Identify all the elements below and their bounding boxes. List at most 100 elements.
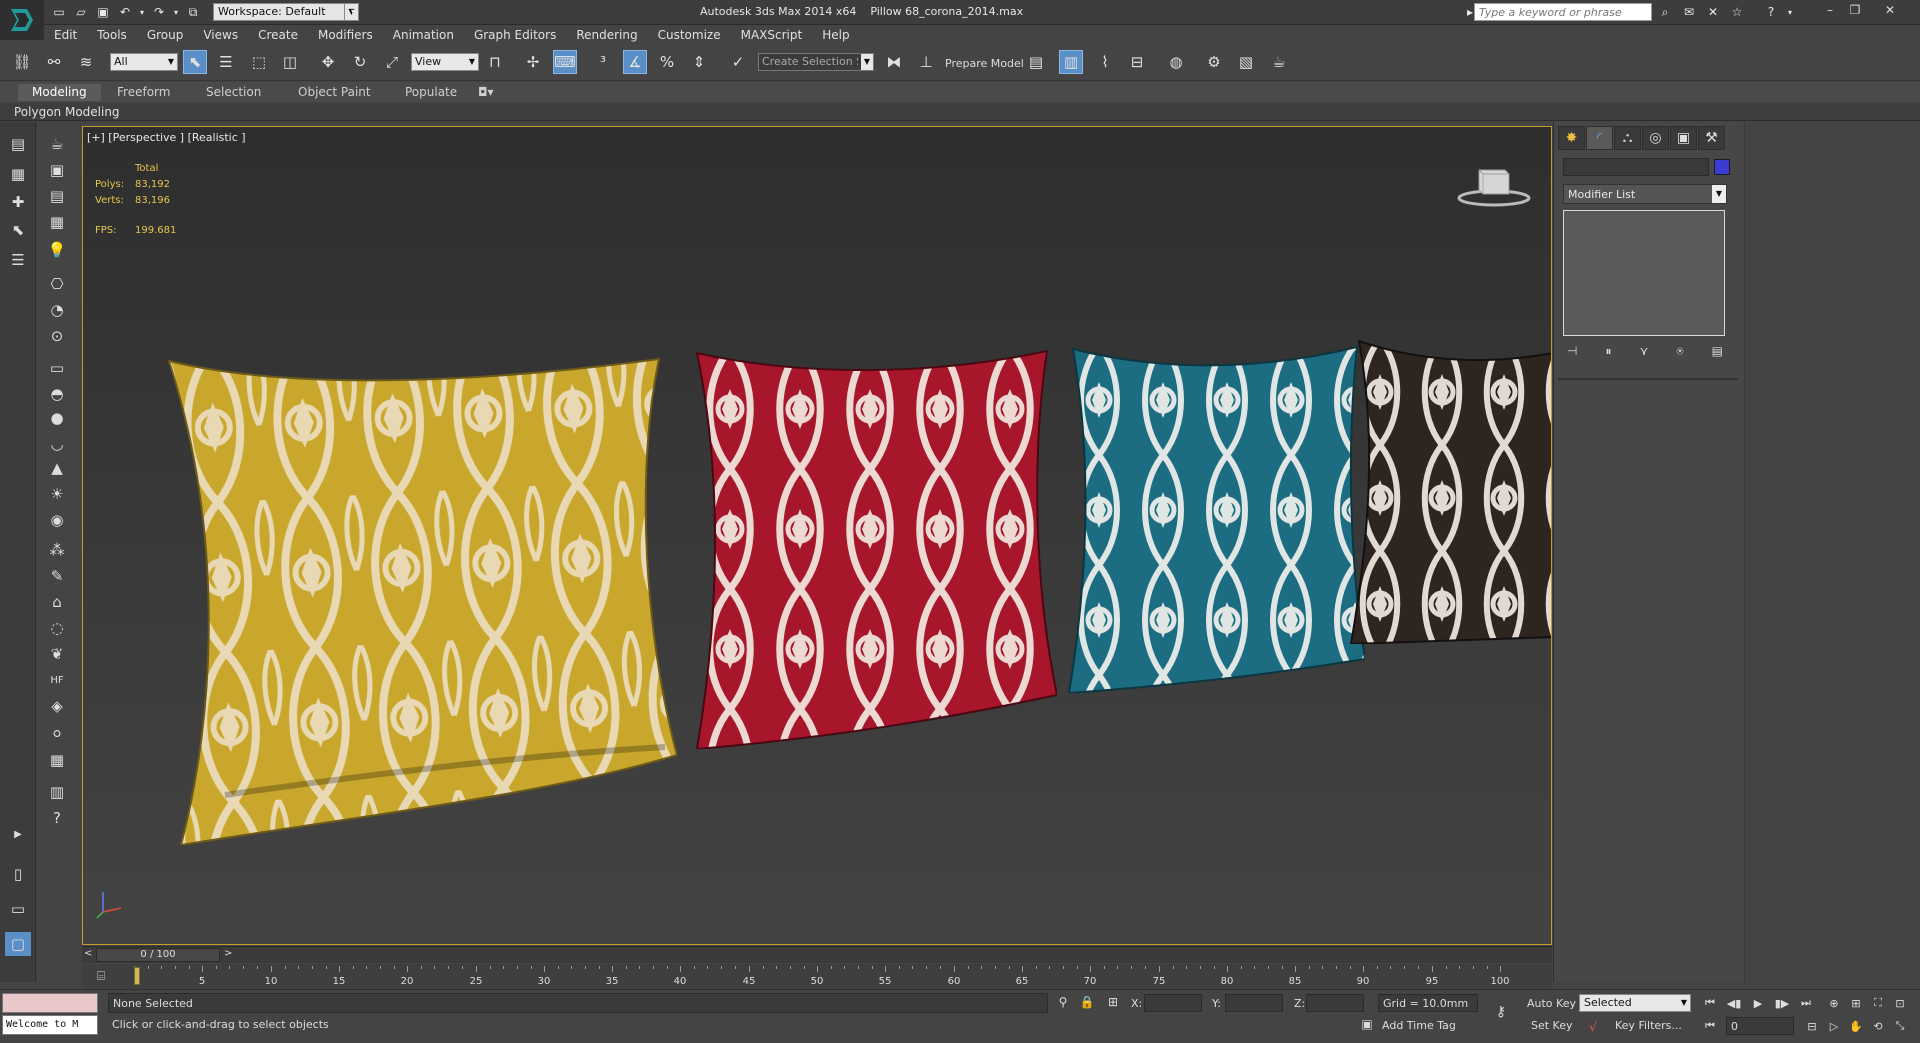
globe-icon[interactable]: ◌: [44, 616, 70, 640]
menu-tools[interactable]: Tools: [87, 25, 137, 45]
menu-group[interactable]: Group: [137, 25, 194, 45]
layers-icon[interactable]: ▦: [5, 162, 31, 186]
perspective-viewport[interactable]: [+] [Perspective ] [Realistic ] Total Po…: [82, 126, 1552, 945]
tab-object-paint[interactable]: Object Paint: [284, 84, 385, 101]
track-bar[interactable]: ⌸ 5 10 15 20 25 30 35 40 45 50 55 60 65 70 75 80 85 90 95 1…: [82, 964, 1552, 988]
image-plane-icon[interactable]: ▣: [44, 158, 70, 182]
hemisphere-icon[interactable]: ◓: [44, 382, 70, 406]
motion-tab-icon[interactable]: ◎: [1642, 126, 1669, 150]
configure-modifier-sets-icon[interactable]: ▤: [1712, 344, 1723, 362]
show-end-result-icon[interactable]: ⏸: [1606, 344, 1612, 362]
menu-modifiers[interactable]: Modifiers: [308, 25, 383, 45]
open-file-icon[interactable]: ▱: [72, 3, 90, 21]
particles-icon[interactable]: ⁂: [44, 538, 70, 562]
key-filters-button[interactable]: Key Filters...: [1615, 1019, 1682, 1032]
helper-icon[interactable]: ⌂: [44, 590, 70, 614]
key-icon[interactable]: ⚷: [1488, 1000, 1514, 1024]
texture-icon[interactable]: ◈: [44, 694, 70, 718]
tab-freeform[interactable]: Freeform: [103, 84, 184, 101]
remove-modifier-icon[interactable]: ⍟: [1676, 344, 1683, 362]
exchange-icon[interactable]: ✕: [1704, 3, 1722, 21]
ribbon-options-icon[interactable]: ◘▾: [472, 84, 500, 101]
orb-icon[interactable]: ⚪: [44, 722, 70, 746]
time-slider-prev-button[interactable]: <: [84, 948, 92, 959]
maxscript-listener-top[interactable]: [2, 993, 98, 1013]
camera-icon[interactable]: ⎔: [44, 272, 70, 296]
help-dropdown-icon[interactable]: ▾: [1786, 3, 1794, 21]
layer-manager-icon[interactable]: ▤: [5, 132, 31, 156]
save-file-icon[interactable]: ▣: [94, 3, 112, 21]
rendered-frame-window-icon[interactable]: ▧: [1234, 50, 1258, 74]
set-key-button[interactable]: Set Key: [1531, 1019, 1573, 1032]
menu-graph-editors[interactable]: Graph Editors: [464, 25, 566, 45]
viewcube-icon[interactable]: [1457, 162, 1531, 208]
curve-editor-icon[interactable]: ⌇: [1093, 50, 1117, 74]
pivot-point-center-icon[interactable]: ⊓: [483, 50, 507, 74]
menu-views[interactable]: Views: [193, 25, 248, 45]
time-slider-next-button[interactable]: >: [224, 948, 232, 959]
disc-icon[interactable]: ◉: [44, 508, 70, 532]
menu-help[interactable]: Help: [812, 25, 859, 45]
sphere-icon[interactable]: ●: [44, 406, 70, 430]
material-editor-icon[interactable]: ◍: [1164, 50, 1188, 74]
new-file-icon[interactable]: ▭: [50, 3, 68, 21]
render-setup-icon[interactable]: ⚙: [1202, 50, 1226, 74]
communication-center-icon[interactable]: ✉: [1680, 3, 1698, 21]
zoom-extents-icon[interactable]: ⛶: [1868, 994, 1888, 1012]
menu-customize[interactable]: Customize: [648, 25, 731, 45]
z-coordinate-field[interactable]: [1306, 994, 1364, 1012]
current-frame-marker[interactable]: [134, 967, 140, 985]
plant-icon[interactable]: ❦: [44, 642, 70, 666]
help-circle-icon[interactable]: ?: [44, 806, 70, 830]
menu-edit[interactable]: Edit: [44, 25, 87, 45]
time-tag-icon[interactable]: ▣: [1354, 1012, 1380, 1036]
red-pillow[interactable]: [695, 349, 1057, 749]
tab-populate[interactable]: Populate: [391, 84, 471, 101]
polygon-modeling-panel-label[interactable]: Polygon Modeling: [14, 105, 120, 119]
time-slider-handle[interactable]: 0 / 100: [96, 948, 220, 962]
bowl-icon[interactable]: ◡: [44, 432, 70, 456]
mirror-icon[interactable]: ⧓: [882, 50, 906, 74]
favorites-star-icon[interactable]: ☆: [1728, 3, 1746, 21]
current-frame-field[interactable]: 0: [1726, 1017, 1794, 1035]
modifier-list-dropdown[interactable]: Modifier List ▼: [1563, 184, 1727, 204]
window-crossing-icon[interactable]: ◫: [278, 50, 302, 74]
hierarchy-tab-icon[interactable]: ⛬: [1614, 126, 1641, 150]
y-coordinate-field[interactable]: [1225, 994, 1283, 1012]
schematic-view-icon[interactable]: ⊟: [1125, 50, 1149, 74]
play-icon[interactable]: ▶: [1748, 994, 1768, 1012]
create-tab-icon[interactable]: ✸: [1558, 126, 1585, 150]
film-camera-icon[interactable]: ⊙: [44, 324, 70, 348]
auto-key-button[interactable]: Auto Key: [1527, 997, 1576, 1010]
hf-icon[interactable]: HF: [44, 668, 70, 692]
prepare-model-label[interactable]: Prepare Model: [945, 57, 1024, 70]
cone-icon[interactable]: ▲: [44, 456, 70, 480]
help-icon[interactable]: ?: [1762, 3, 1780, 21]
angle-snap-toggle-icon[interactable]: ∡: [623, 50, 647, 74]
menu-rendering[interactable]: Rendering: [566, 25, 647, 45]
key-set-dropdown[interactable]: Selected ▼: [1579, 994, 1691, 1012]
keyboard-shortcut-override-icon[interactable]: ⌨: [553, 50, 577, 74]
orbit-icon[interactable]: ⟲: [1868, 1017, 1888, 1035]
isolate-selection-icon[interactable]: ⚲: [1050, 990, 1076, 1014]
object-name-field[interactable]: [1563, 158, 1709, 176]
redo-dropdown-icon[interactable]: ▾: [172, 3, 180, 21]
expand-strip-icon[interactable]: ▶: [5, 822, 31, 846]
undo-icon[interactable]: ↶: [116, 3, 134, 21]
minimize-icon[interactable]: –: [1818, 2, 1842, 18]
zoom-all-icon[interactable]: ⊞: [1846, 994, 1866, 1012]
pin-stack-icon[interactable]: ⊣: [1567, 344, 1577, 362]
modify-tab-icon[interactable]: ◜: [1586, 126, 1613, 150]
viewport-config-icon[interactable]: ▥: [44, 780, 70, 804]
teal-pillow[interactable]: [1067, 345, 1365, 693]
select-and-move-icon[interactable]: ✥: [316, 50, 340, 74]
percent-snap-toggle-icon[interactable]: %: [655, 50, 679, 74]
light-bulb-icon[interactable]: 💡: [44, 238, 70, 262]
toggle-scene-explorer-icon[interactable]: ▤: [1024, 50, 1048, 74]
select-by-name-icon[interactable]: ☰: [214, 50, 238, 74]
add-time-tag-button[interactable]: Add Time Tag: [1382, 1019, 1456, 1032]
render-production-icon[interactable]: ☕: [1267, 50, 1291, 74]
time-configuration-icon[interactable]: ⊟: [1802, 1017, 1822, 1035]
box-icon[interactable]: ▭: [44, 356, 70, 380]
time-slider[interactable]: < 0 / 100 >: [82, 946, 1552, 963]
